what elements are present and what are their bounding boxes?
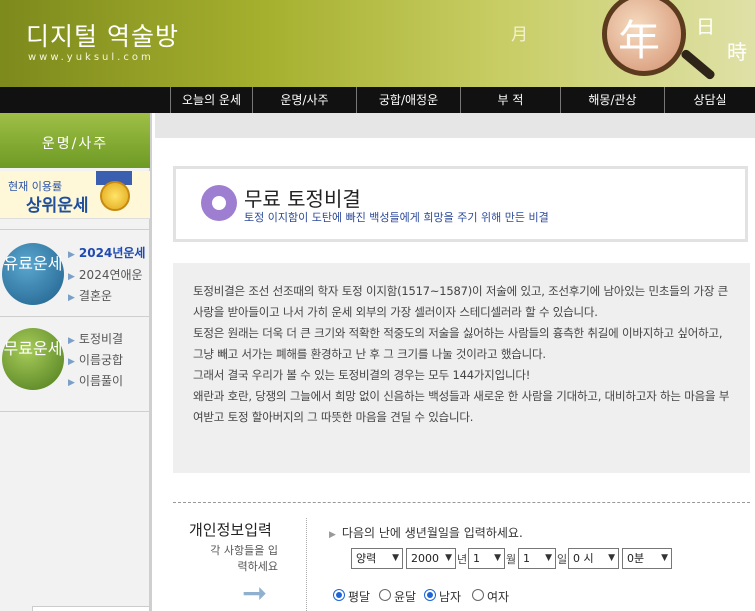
sidebar-link-tojeong[interactable]: ▶ 토정비결 — [68, 330, 123, 347]
description-paragraph: 왜란과 호란, 당쟁의 그늘에서 희망 없이 신음하는 백성들과 새로운 한 사… — [193, 389, 730, 424]
year-character: 年 — [618, 16, 661, 65]
description-paragraph: 그래서 결국 우리가 볼 수 있는 토정비결의 경우는 모두 144가지입니다! — [193, 368, 531, 382]
birth-year-value: 2000 — [411, 552, 439, 565]
nav-today-fortune[interactable]: 오늘의 운세 — [170, 87, 252, 113]
sidebar-link-marriage[interactable]: ▶ 결혼운 — [68, 287, 112, 304]
sidebar-link-2024-fortune[interactable]: ▶ 2024년운세 — [68, 244, 145, 261]
birth-minute-value: 0분 — [627, 552, 645, 565]
sidebar: 운명/사주 현재 이용률 상위운세 유료운세 ▶ 2024년운세 ▶ 2024연애운… — [0, 113, 152, 611]
circle-icon-inner — [212, 196, 226, 210]
sidebar-header: 운명/사주 — [0, 113, 150, 168]
site-logo-url: www.yuksul.com — [28, 52, 154, 63]
chevron-down-icon: ▼ — [661, 553, 668, 563]
page-subtitle: 토정 이지함이 도탄에 빠진 백성들에게 희망을 주기 위해 만든 비결 — [244, 211, 549, 224]
description-paragraph: 토정은 원래는 더욱 더 큰 크기와 적확한 적중도의 저술을 싫어하는 사람들… — [193, 326, 723, 361]
form-subtitle: 각 사항들을 입력하세요 — [210, 544, 278, 573]
magnifier-handle — [679, 48, 717, 81]
form-prompt-text: 다음의 난에 생년월일을 입력하세요. — [341, 526, 523, 540]
description-box: 토정비결은 조선 선조때의 학자 토정 이지함(1517~1587)이 저술에 … — [173, 263, 750, 473]
moon-character: 月 — [511, 25, 528, 45]
page-title: 무료 토정비결 — [244, 187, 361, 211]
banner-title: 상위운세 — [26, 196, 89, 216]
arrow-bullet-icon: ▶ — [68, 293, 75, 303]
nav-dream-physiognomy[interactable]: 해몽/관상 — [560, 87, 664, 113]
magnifier-icon: 年 — [602, 0, 686, 76]
arrow-bullet-icon: ▶ — [68, 336, 75, 346]
radio-female[interactable] — [472, 589, 484, 601]
popular-fortune-banner[interactable]: 현재 이용률 상위운세 — [0, 171, 150, 219]
time-character: 時 — [727, 40, 747, 64]
radio-male-label: 남자 — [439, 590, 462, 604]
chevron-down-icon: ▼ — [392, 553, 399, 563]
form-title: 개인정보입력 — [189, 521, 272, 539]
form-prompt: ▶ 다음의 난에 생년월일을 입력하세요. — [329, 524, 523, 541]
sidebar-link-name-match[interactable]: ▶ 이름궁합 — [68, 351, 123, 368]
radio-leap-month-label: 윤달 — [394, 590, 417, 604]
sidebar-link-label: 2024연애운 — [78, 268, 143, 282]
nav-compatibility[interactable]: 궁합/애정운 — [356, 87, 460, 113]
arrow-bullet-icon: ▶ — [68, 250, 75, 260]
form-divider — [306, 518, 307, 611]
chevron-down-icon: ▼ — [608, 553, 615, 563]
birth-month-value: 1 — [473, 552, 480, 565]
sidebar-section-title: 운명/사주 — [41, 136, 109, 152]
page-title-box: 무료 토정비결 토정 이지함이 도탄에 빠진 백성들에게 희망을 주기 위해 만… — [173, 166, 748, 242]
site-header: 디지털 역술방 www.yuksul.com 月 年 日 時 — [0, 0, 755, 87]
medal-icon — [100, 181, 130, 211]
sidebar-divider — [0, 411, 150, 412]
sidebar-bottom-box — [32, 606, 150, 611]
birth-hour-select[interactable]: 0 시 ▼ — [568, 548, 619, 569]
birth-hour-value: 0 시 — [573, 552, 594, 565]
radio-regular-month-label: 평달 — [348, 590, 371, 604]
nav-counseling[interactable]: 상담실 — [664, 87, 755, 113]
content-top-strip — [155, 113, 755, 138]
birth-day-value: 1 — [523, 552, 530, 565]
sidebar-divider — [0, 229, 150, 230]
arrow-bullet-icon: ▶ — [68, 378, 75, 388]
sidebar-link-name-reading[interactable]: ▶ 이름풀이 — [68, 372, 123, 389]
dotted-divider — [173, 502, 750, 503]
radio-male[interactable] — [424, 589, 436, 601]
sidebar-link-label: 이름궁합 — [78, 353, 124, 367]
birth-year-select[interactable]: 2000 ▼ — [406, 548, 456, 569]
radio-regular-month[interactable] — [333, 589, 345, 601]
arrow-bullet-icon: ▶ — [68, 357, 75, 367]
sidebar-link-2024-love[interactable]: ▶ 2024연애운 — [68, 266, 143, 283]
sidebar-link-label: 결혼운 — [78, 289, 113, 303]
free-fortune-badge: 무료운세 — [2, 328, 64, 390]
radio-leap-month[interactable] — [379, 589, 391, 601]
triangle-icon: ▶ — [329, 530, 336, 540]
site-logo-title[interactable]: 디지털 역술방 — [26, 17, 179, 53]
birth-day-select[interactable]: 1 ▼ — [518, 548, 556, 569]
top-navigation: 오늘의 운세 운명/사주 궁합/애정운 부 적 해몽/관상 상담실 — [0, 87, 755, 113]
circle-icon — [201, 185, 237, 221]
arrow-right-icon: ➞ — [242, 576, 268, 611]
nav-destiny-saju[interactable]: 운명/사주 — [252, 87, 356, 113]
day-character: 日 — [696, 16, 716, 38]
birth-month-select[interactable]: 1 ▼ — [468, 548, 505, 569]
description-paragraph: 토정비결은 조선 선조때의 학자 토정 이지함(1517~1587)이 저술에 … — [193, 284, 729, 319]
chevron-down-icon: ▼ — [545, 553, 552, 563]
chevron-down-icon: ▼ — [494, 553, 501, 563]
chevron-down-icon: ▼ — [445, 553, 452, 563]
calendar-type-value: 양력 — [356, 552, 377, 565]
sidebar-divider — [0, 316, 150, 317]
sidebar-link-label: 이름풀이 — [78, 374, 124, 388]
arrow-bullet-icon: ▶ — [68, 272, 75, 282]
day-unit-label: 일 — [557, 553, 568, 566]
nav-talisman[interactable]: 부 적 — [460, 87, 560, 113]
radio-female-label: 여자 — [487, 590, 510, 604]
sidebar-link-label: 2024년운세 — [78, 246, 146, 260]
birth-minute-select[interactable]: 0분 ▼ — [622, 548, 672, 569]
sidebar-link-label: 토정비결 — [78, 332, 124, 346]
year-unit-label: 년 — [457, 553, 468, 566]
month-unit-label: 월 — [506, 553, 517, 566]
calendar-type-select[interactable]: 양력 ▼ — [351, 548, 403, 569]
paid-fortune-badge: 유료운세 — [2, 243, 64, 305]
